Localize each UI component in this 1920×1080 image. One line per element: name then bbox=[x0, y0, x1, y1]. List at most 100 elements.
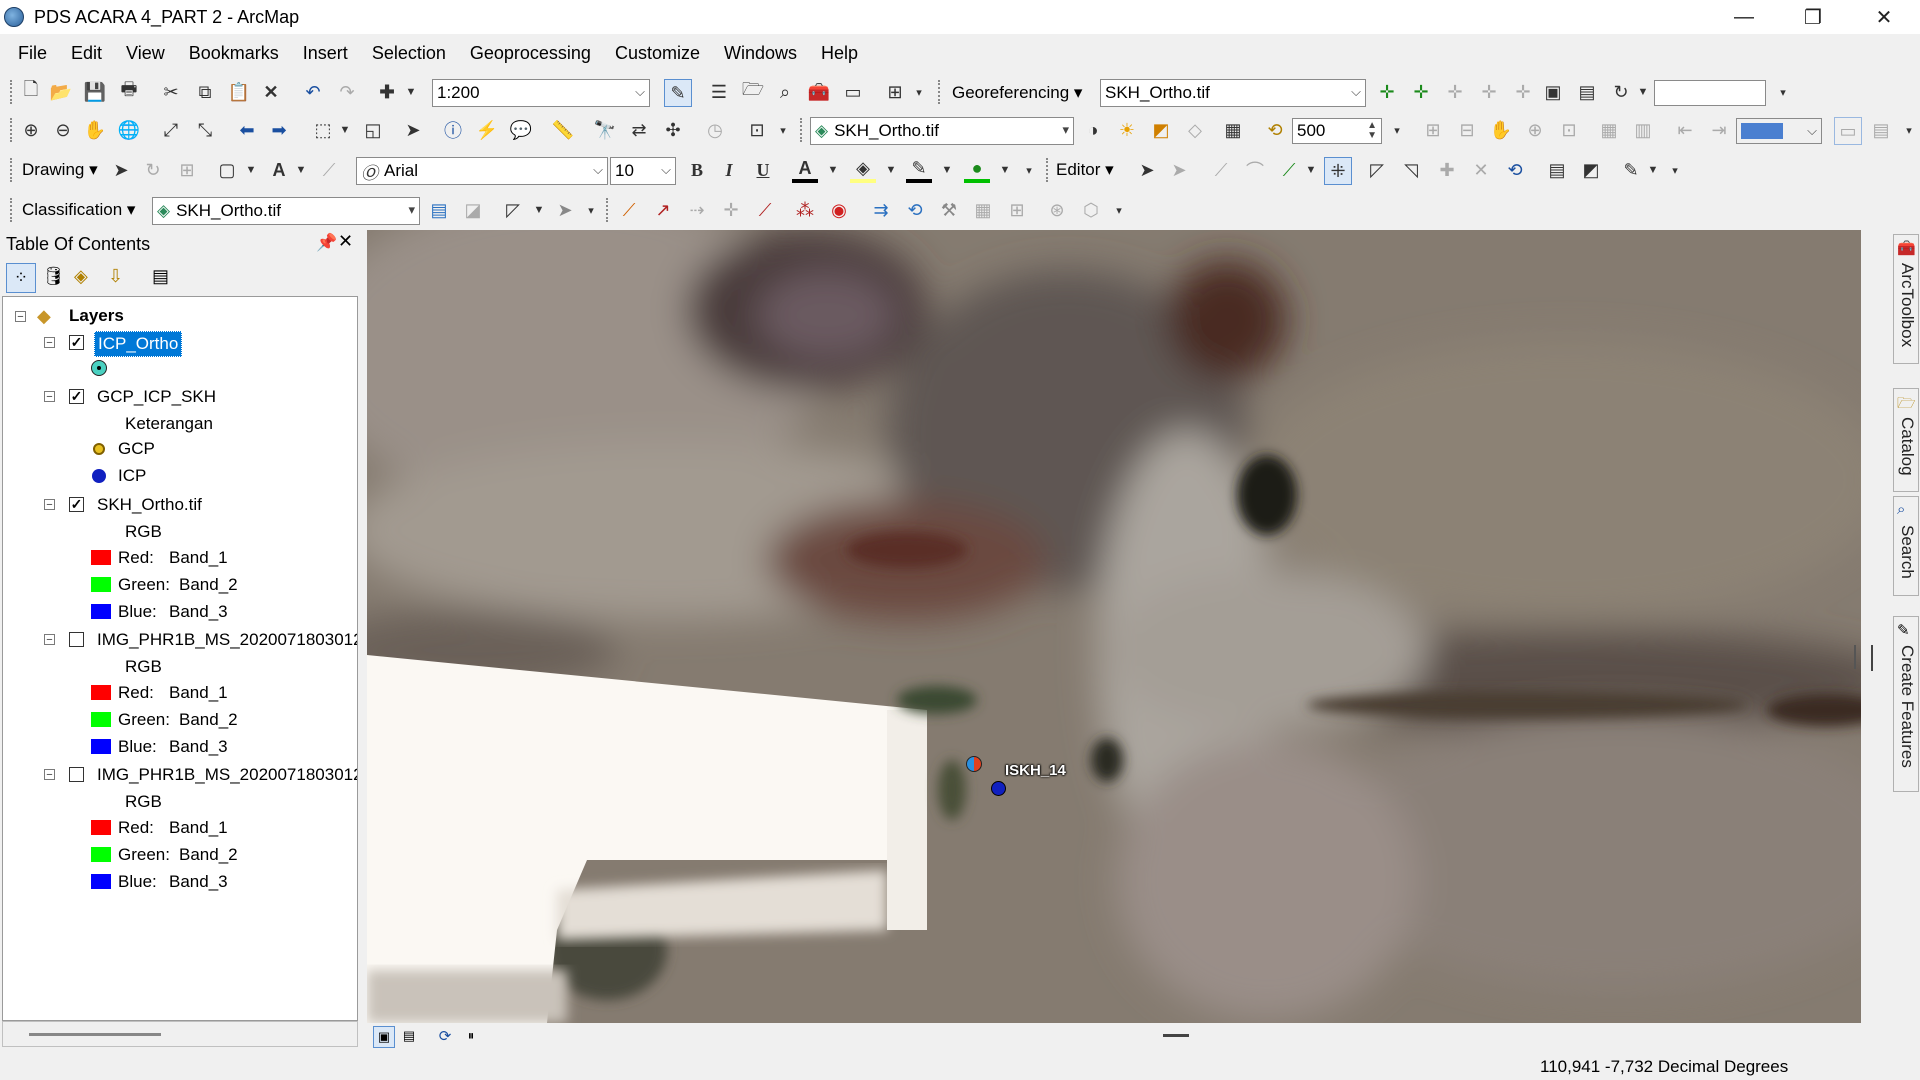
edit-vertices-icon[interactable]: ◸ bbox=[1364, 157, 1390, 183]
tool-icon[interactable]: ⚒ bbox=[936, 197, 962, 223]
tool-icon[interactable]: ⊞ bbox=[1004, 197, 1030, 223]
spatial-adjust-icon[interactable]: ⟋ bbox=[616, 197, 642, 223]
multi-link-icon[interactable]: ⇢ bbox=[684, 197, 710, 223]
scrollbar-thumb[interactable] bbox=[1871, 645, 1873, 671]
attribute-transfer-icon[interactable]: ⇉ bbox=[868, 197, 894, 223]
georeferencing-menu[interactable]: Georeferencing ▾ bbox=[952, 79, 1082, 107]
add-control-points-icon[interactable]: ✛ bbox=[1374, 79, 1400, 105]
menu-selection[interactable]: Selection bbox=[360, 43, 458, 64]
html-popup-icon[interactable]: 💬 bbox=[508, 117, 534, 143]
fill-color-dropdown-icon[interactable]: ▼ bbox=[878, 157, 904, 183]
swipe-icon[interactable]: ◇ bbox=[1182, 117, 1208, 143]
list-by-drawing-order-icon[interactable]: ⁘ bbox=[6, 263, 36, 293]
edit-vertices-icon[interactable]: ⟋ bbox=[316, 157, 342, 183]
contrast-icon[interactable]: ◑ bbox=[1080, 117, 1106, 143]
menu-edit[interactable]: Edit bbox=[59, 43, 114, 64]
full-extent-icon[interactable]: 🌐 bbox=[116, 117, 142, 143]
scrollbar-thumb[interactable] bbox=[29, 1033, 161, 1036]
reshape-feature-icon[interactable]: ◹ bbox=[1398, 157, 1424, 183]
toolbar-grip[interactable] bbox=[10, 80, 16, 104]
find-icon[interactable]: 🔭 bbox=[592, 117, 618, 143]
select-link-icon[interactable]: ✛ bbox=[1442, 79, 1468, 105]
collapse-icon[interactable]: − bbox=[44, 499, 55, 511]
line-color-icon[interactable]: ✎ bbox=[906, 157, 932, 183]
image-analysis-layer-combo[interactable]: ◈ SKH_Ortho.tif ▾ bbox=[810, 117, 1074, 145]
link-table-icon[interactable]: ▤ bbox=[1574, 79, 1600, 105]
green-band-swatch[interactable] bbox=[91, 847, 111, 862]
limited-adjustment-icon[interactable]: ⟋ bbox=[752, 197, 778, 223]
viewer-icon[interactable]: ▣ bbox=[1540, 79, 1566, 105]
red-band-swatch[interactable] bbox=[91, 685, 111, 700]
layer-name-img-phr1b-1[interactable]: IMG_PHR1B_MS_20200718030124 bbox=[97, 628, 357, 652]
rotation-value-field[interactable]: 500 ▲ ▼ bbox=[1292, 118, 1382, 144]
identity-link-icon[interactable]: ✛ bbox=[718, 197, 744, 223]
menu-windows[interactable]: Windows bbox=[712, 43, 809, 64]
icp-symbol-icon[interactable] bbox=[92, 469, 106, 483]
print-icon[interactable]: 🖶 bbox=[116, 79, 142, 105]
list-by-source-icon[interactable]: 🛢 bbox=[42, 266, 65, 287]
copy-icon[interactable]: ⧉ bbox=[192, 79, 218, 105]
layout-page-icon[interactable]: ▤ bbox=[1868, 117, 1894, 143]
toolbar-options-icon[interactable]: ▾ bbox=[578, 197, 604, 223]
close-button[interactable]: ✕ bbox=[1855, 0, 1913, 34]
zoom-to-element-icon[interactable]: ⊞ bbox=[174, 157, 200, 183]
add-control-points-auto-icon[interactable]: ✛ bbox=[1408, 79, 1434, 105]
delete-link-icon[interactable]: ✛ bbox=[1510, 79, 1536, 105]
toolbar-grip[interactable] bbox=[1046, 158, 1052, 182]
underline-button[interactable]: U bbox=[750, 157, 776, 183]
arctoolbox-icon[interactable]: 🧰 bbox=[806, 79, 832, 105]
add-data-dropdown-icon[interactable]: ▼ bbox=[398, 79, 424, 105]
trace-dropdown-icon[interactable]: ▼ bbox=[1298, 157, 1324, 183]
hyperlink-icon[interactable]: ⚡ bbox=[474, 117, 500, 143]
layout-tool-icon[interactable]: ▦ bbox=[1596, 117, 1622, 143]
clear-selection-icon[interactable]: ◱ bbox=[360, 117, 386, 143]
link-table-icon[interactable]: ⟲ bbox=[902, 197, 928, 223]
bold-button[interactable]: B bbox=[684, 157, 710, 183]
layers-root[interactable]: Layers bbox=[69, 304, 124, 328]
pin-icon[interactable]: 📌 bbox=[316, 233, 337, 253]
select-training-sample-icon[interactable]: ➤ bbox=[552, 197, 578, 223]
map-display[interactable]: ISKH_14 bbox=[367, 230, 1861, 1023]
collapse-icon[interactable]: − bbox=[44, 634, 55, 646]
map-scroll-indicator[interactable] bbox=[1854, 645, 1856, 669]
edit-annotation-icon[interactable]: ➤ bbox=[1166, 157, 1192, 183]
rotate-dropdown-icon[interactable]: ▼ bbox=[1630, 79, 1656, 105]
collapse-icon[interactable]: − bbox=[15, 311, 26, 323]
layer-visibility-checkbox[interactable]: ✓ bbox=[69, 335, 84, 350]
forward-extent-icon[interactable]: ➡ bbox=[266, 117, 292, 143]
toolbar-options-icon[interactable]: ▾ bbox=[1016, 157, 1042, 183]
toolbar-options-icon[interactable]: ▾ bbox=[1896, 117, 1920, 143]
layout-tool-icon[interactable]: ⇤ bbox=[1672, 117, 1698, 143]
layer-visibility-checkbox[interactable] bbox=[69, 632, 84, 647]
font-name-combo[interactable]: Ⓞ Arial ⌵ bbox=[356, 157, 608, 185]
layer-visibility-checkbox[interactable] bbox=[69, 767, 84, 782]
gcp-symbol-icon[interactable] bbox=[93, 443, 105, 455]
font-color-dropdown-icon[interactable]: ▼ bbox=[820, 157, 846, 183]
delete-icon[interactable]: ✕ bbox=[258, 79, 284, 105]
zoom-to-selected-link-icon[interactable]: ✛ bbox=[1476, 79, 1502, 105]
open-folder-icon[interactable]: 📂 bbox=[48, 79, 74, 105]
font-color-icon[interactable]: A bbox=[792, 157, 818, 183]
pan-icon[interactable]: ✋ bbox=[82, 117, 108, 143]
back-extent-icon[interactable]: ⬅ bbox=[234, 117, 260, 143]
reset-icon[interactable]: ◪ bbox=[460, 197, 486, 223]
sketch-properties-icon[interactable]: ◩ bbox=[1578, 157, 1604, 183]
menu-help[interactable]: Help bbox=[809, 43, 870, 64]
cut-icon[interactable]: ✂ bbox=[158, 79, 184, 105]
toolbar-grip[interactable] bbox=[800, 118, 806, 142]
layout-tool-icon[interactable]: ⊟ bbox=[1454, 117, 1480, 143]
effects-icon[interactable]: ▦ bbox=[1220, 117, 1246, 143]
python-window-icon[interactable]: ▭ bbox=[840, 79, 866, 105]
map-vertical-scrollbar[interactable] bbox=[1861, 230, 1891, 1023]
layout-page-icon[interactable]: ▭ bbox=[1834, 117, 1862, 145]
minimize-button[interactable]: — bbox=[1715, 0, 1773, 34]
edit-tool-icon[interactable]: ➤ bbox=[1134, 157, 1160, 183]
rectangle-icon[interactable]: ▢ bbox=[214, 157, 240, 183]
model-builder-icon[interactable]: ⊞ bbox=[882, 79, 908, 105]
measure-icon[interactable]: 📏 bbox=[550, 117, 576, 143]
dock-tab-create-features[interactable]: ✎ Create Features bbox=[1893, 616, 1919, 792]
toolbar-grip[interactable] bbox=[10, 158, 16, 182]
refresh-icon[interactable]: ⟳ bbox=[435, 1026, 455, 1046]
font-size-combo[interactable]: 10 ⌵ bbox=[610, 157, 676, 185]
shape-dropdown-icon[interactable]: ▼ bbox=[238, 157, 264, 183]
